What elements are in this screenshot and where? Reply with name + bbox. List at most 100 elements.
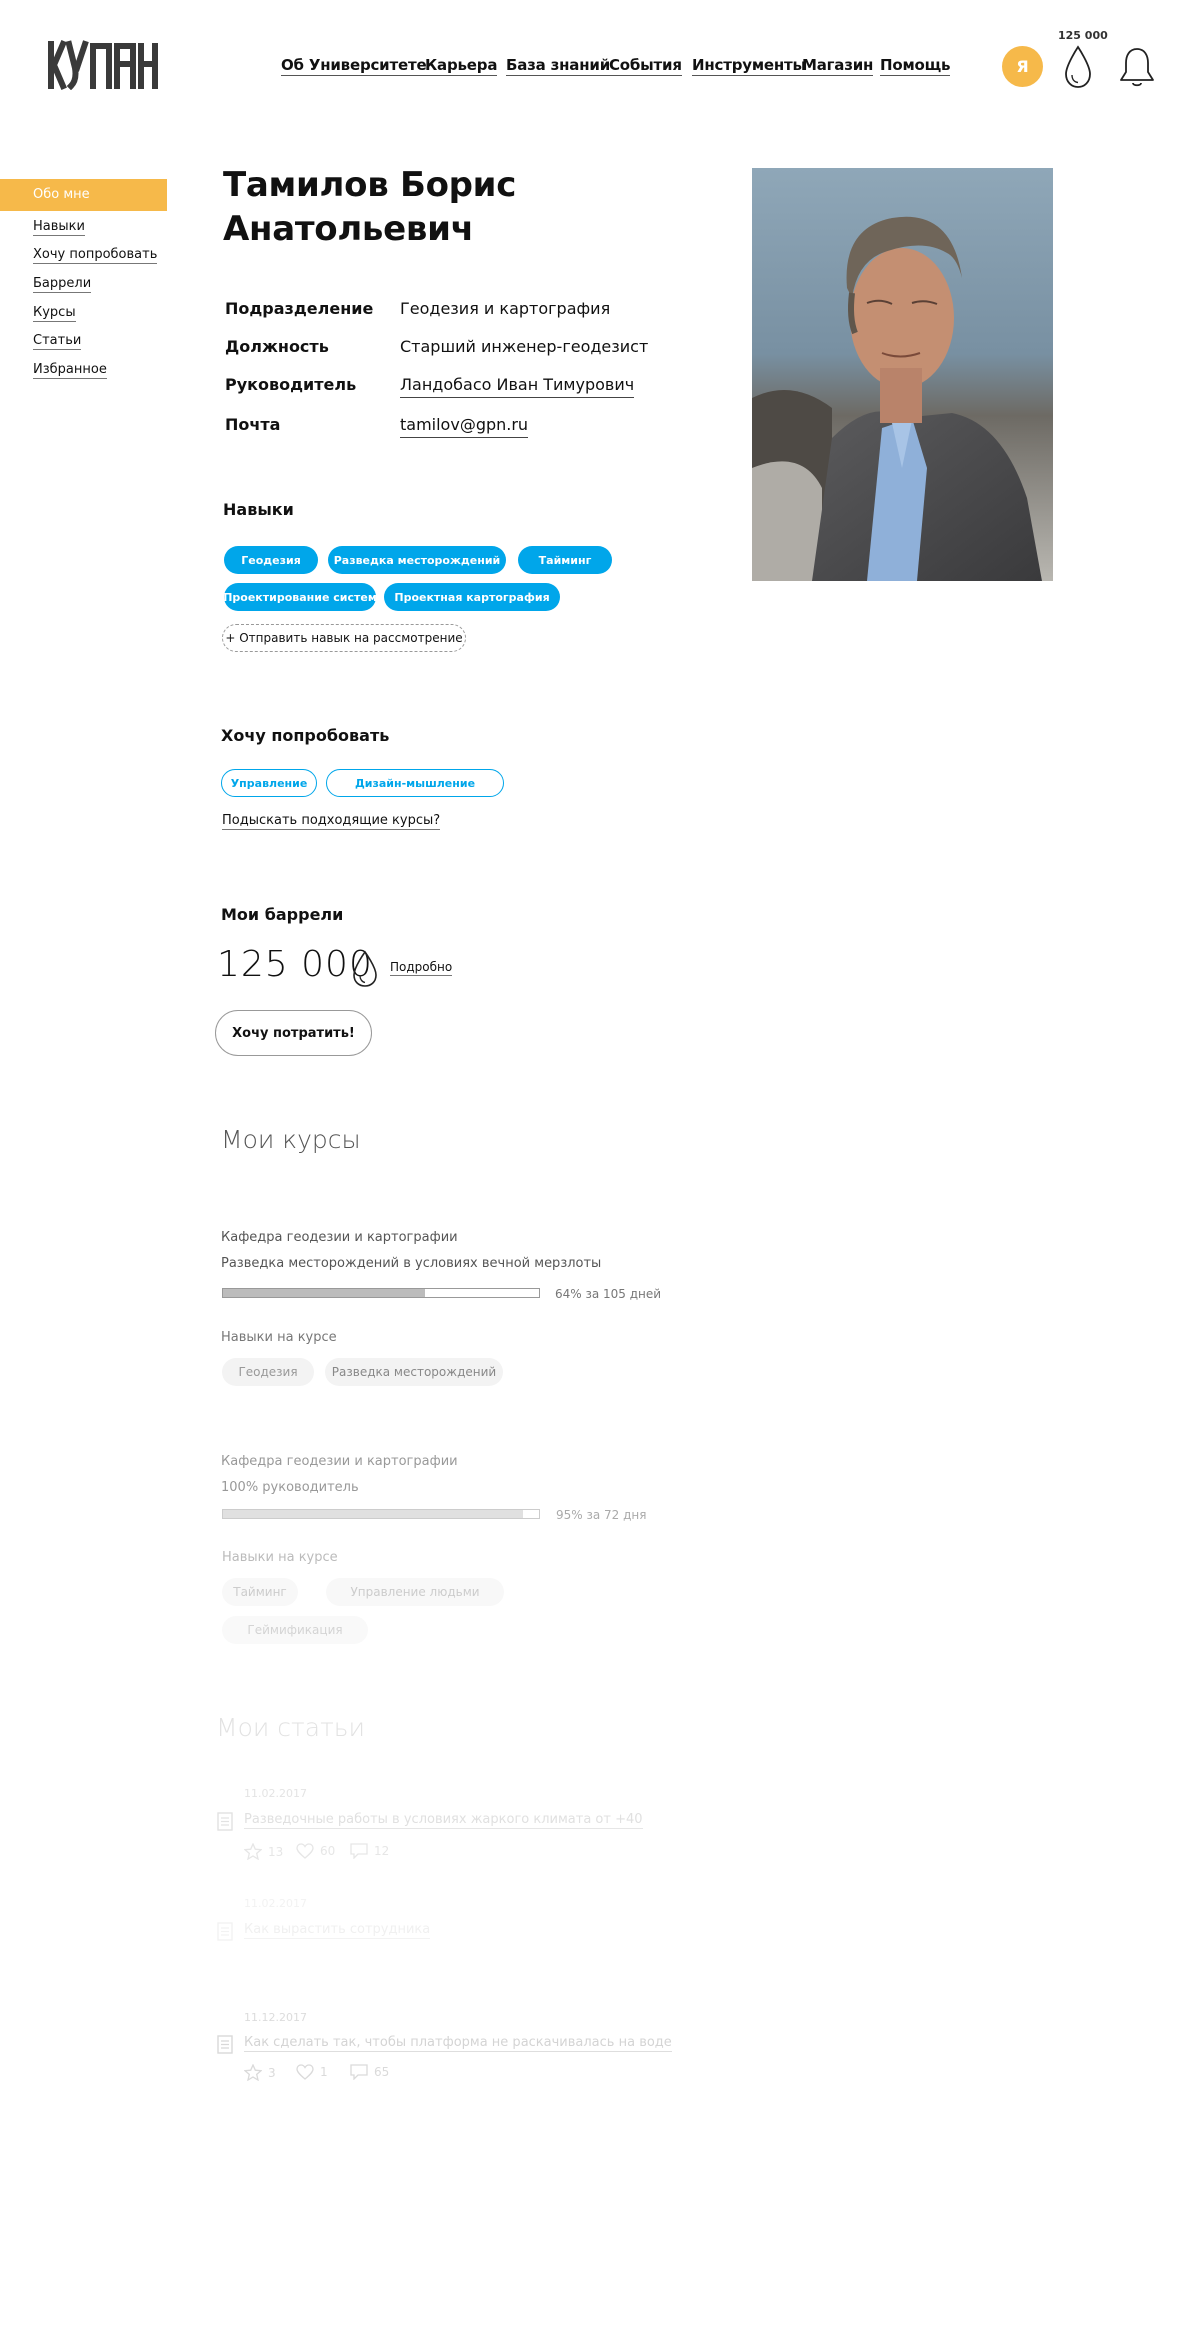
- want-pill-label: Дизайн-мышление: [354, 776, 476, 790]
- course-progress-text: 95% за 72 дня: [556, 1508, 647, 1522]
- barrels-title: Мои баррели: [221, 905, 344, 924]
- skill-pill[interactable]: Проектная картография: [384, 583, 560, 611]
- profile-name-line2: Анатольевич: [223, 209, 474, 249]
- nav-help[interactable]: Помощь: [880, 56, 950, 76]
- course-name[interactable]: Разведка месторождений в условиях вечной…: [221, 1256, 601, 1271]
- course-progress-fill: [223, 1289, 426, 1297]
- skill-pill-label: Тайминг: [538, 553, 592, 567]
- course-skill-label: Геодезия: [238, 1365, 298, 1379]
- nav-career[interactable]: Карьера: [425, 56, 497, 76]
- field-label-department: Подразделение: [225, 299, 374, 318]
- course-skills-label: Навыки на курсе: [221, 1330, 337, 1345]
- course-skill-pill: Геодезия: [222, 1358, 314, 1386]
- courses-title: Мои курсы: [221, 1125, 361, 1154]
- field-value-department: Геодезия и картография: [400, 299, 611, 318]
- avatar[interactable]: Я: [1002, 46, 1043, 87]
- skills-title: Навыки: [223, 500, 294, 519]
- article-icon: [217, 1922, 233, 1941]
- drop-icon: [353, 950, 377, 987]
- field-label-email: Почта: [225, 415, 281, 434]
- article-title-link[interactable]: Разведочные работы в условиях жаркого кл…: [244, 1812, 643, 1829]
- article-comments[interactable]: 12: [350, 1843, 389, 1859]
- course-name[interactable]: 100% руководитель: [221, 1480, 359, 1495]
- drop-icon[interactable]: [1063, 45, 1093, 89]
- course-skill-label: Геймификация: [247, 1623, 343, 1637]
- skill-pill-label: Проектирование систем: [223, 590, 377, 604]
- star-icon: [244, 1843, 262, 1860]
- skill-pill-label: Разведка месторождений: [333, 553, 501, 567]
- article-likes-count: 60: [320, 1844, 336, 1858]
- sidebar-item-label: Обо мне: [33, 187, 90, 202]
- bell-icon[interactable]: [1118, 46, 1156, 88]
- submit-skill-label: + Отправить навык на рассмотрение: [225, 631, 463, 645]
- sidebar-item-courses[interactable]: Курсы: [33, 305, 76, 322]
- article-stars-count: 13: [268, 1844, 284, 1859]
- article-stars[interactable]: 3: [244, 2064, 276, 2081]
- profile-name-line1: Тамилов Борис: [223, 165, 517, 205]
- course-skill-label: Тайминг: [233, 1585, 287, 1599]
- course-progress-fill: [223, 1510, 524, 1518]
- skill-pill-label: Проектная картография: [394, 590, 550, 604]
- spend-button[interactable]: Хочу потратить!: [215, 1010, 372, 1056]
- sidebar-item-want-to-try[interactable]: Хочу попробовать: [33, 247, 158, 264]
- articles-title: Мои статьи: [216, 1713, 365, 1742]
- article-comments-count: 12: [374, 1844, 390, 1858]
- article-likes[interactable]: 1: [296, 2064, 328, 2080]
- course-department: Кафедра геодезии и картографии: [221, 1454, 458, 1469]
- course-skill-pill: Тайминг: [222, 1578, 298, 1606]
- course-progress-text: 64% за 105 дней: [555, 1287, 662, 1301]
- article-date: 11.02.2017: [244, 1787, 307, 1800]
- article-comments[interactable]: 65: [350, 2064, 389, 2080]
- heart-icon: [296, 1843, 314, 1859]
- sidebar-item-articles[interactable]: Статьи: [33, 333, 82, 350]
- sidebar-item-barrels[interactable]: Баррели: [33, 276, 92, 293]
- article-comments-count: 65: [374, 2065, 390, 2079]
- course-skill-pill: Управление людьми: [326, 1578, 504, 1606]
- article-title-link[interactable]: Как сделать так, чтобы платформа не раск…: [244, 2035, 672, 2052]
- submit-skill-button[interactable]: + Отправить навык на рассмотрение: [222, 624, 466, 652]
- logo[interactable]: [45, 38, 160, 90]
- skill-pill[interactable]: Геодезия: [224, 546, 318, 574]
- comment-icon: [350, 1843, 368, 1859]
- want-pill-label: Управление: [230, 776, 308, 790]
- sidebar-item-skills[interactable]: Навыки: [33, 219, 85, 236]
- course-skills-label: Навыки на курсе: [222, 1550, 338, 1565]
- field-label-manager: Руководитель: [225, 375, 357, 394]
- article-title-link[interactable]: Как вырастить сотрудника: [244, 1922, 431, 1939]
- course-progress-bar: [222, 1509, 540, 1519]
- nav-tools[interactable]: Инструменты: [692, 56, 806, 76]
- field-value-email-link[interactable]: tamilov@gpn.ru: [400, 415, 529, 438]
- profile-photo: [752, 168, 1053, 581]
- field-value-manager-link[interactable]: Ландобасо Иван Тимурович: [400, 375, 635, 398]
- nav-events[interactable]: События: [609, 56, 682, 76]
- heart-icon: [296, 2064, 314, 2080]
- find-courses-link[interactable]: Подыскать подходящие курсы?: [222, 813, 441, 830]
- course-skill-pill: Разведка месторождений: [325, 1358, 503, 1386]
- field-value-position: Старший инженер-геодезист: [400, 337, 649, 356]
- want-pill[interactable]: Управление: [221, 769, 317, 797]
- article-stars-count: 3: [268, 2065, 276, 2080]
- want-pill[interactable]: Дизайн-мышление: [326, 769, 504, 797]
- course-progress-bar: [222, 1288, 540, 1298]
- profile-name: Тамилов Борис Анатольевич: [223, 163, 643, 251]
- nav-about[interactable]: Об Университете: [281, 56, 427, 76]
- article-icon: [217, 1812, 233, 1831]
- skill-pill[interactable]: Проектирование систем: [223, 583, 377, 611]
- nav-shop[interactable]: Магазин: [802, 56, 873, 76]
- star-icon: [244, 2064, 262, 2081]
- nav-knowledge-base[interactable]: База знаний: [506, 56, 610, 76]
- sidebar-item-about[interactable]: Обо мне: [0, 179, 167, 211]
- article-date: 11.12.2017: [244, 2011, 307, 2024]
- skill-pill[interactable]: Разведка месторождений: [328, 546, 506, 574]
- article-likes[interactable]: 60: [296, 1843, 335, 1859]
- course-skill-label: Разведка месторождений: [331, 1365, 497, 1379]
- article-stars[interactable]: 13: [244, 1843, 283, 1860]
- article-likes-count: 1: [320, 2065, 328, 2079]
- skill-pill[interactable]: Тайминг: [518, 546, 612, 574]
- sidebar-item-favorites[interactable]: Избранное: [33, 362, 107, 379]
- article-icon: [217, 2035, 233, 2054]
- want-to-try-title: Хочу попробовать: [221, 726, 390, 745]
- barrels-details-link[interactable]: Подробно: [390, 960, 453, 976]
- skill-pill-label: Геодезия: [241, 553, 301, 567]
- comment-icon: [350, 2064, 368, 2080]
